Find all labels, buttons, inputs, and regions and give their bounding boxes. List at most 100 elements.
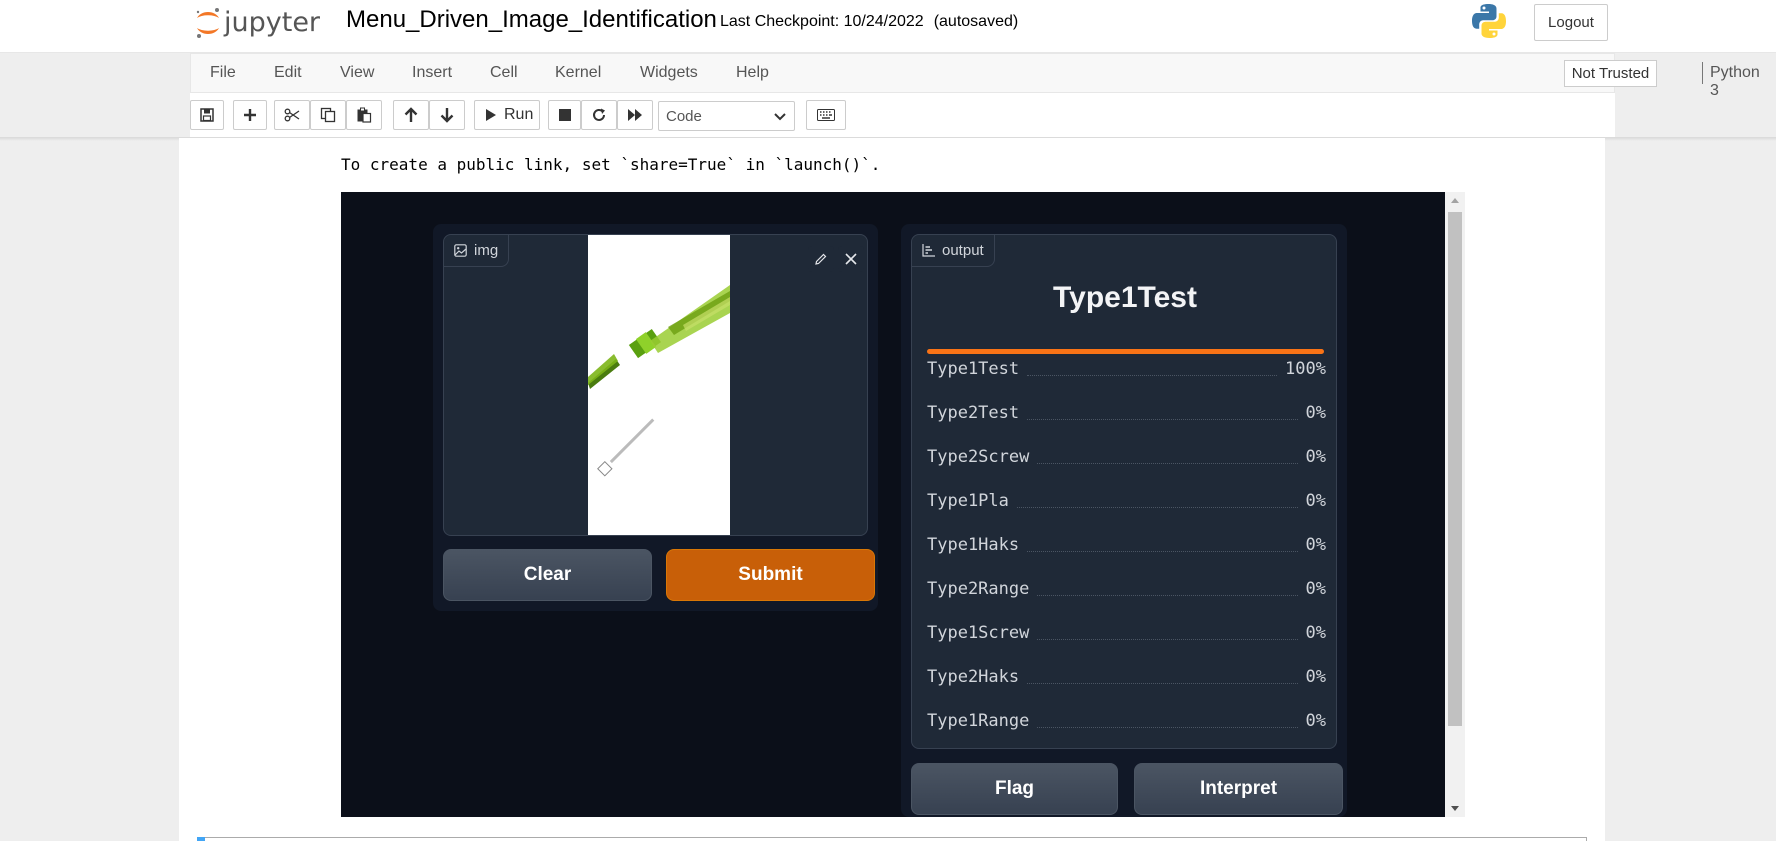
row-dots — [1027, 374, 1278, 376]
menu-edit[interactable]: Edit — [274, 64, 302, 82]
iframe-scrollbar[interactable] — [1445, 192, 1465, 817]
row-dots — [1037, 462, 1298, 464]
cell-type-select[interactable]: Code — [658, 101, 795, 131]
autosave-status: (autosaved) — [933, 13, 1019, 30]
jupyter-logo[interactable]: jupyter — [193, 2, 320, 42]
not-trusted-button[interactable]: Not Trusted — [1564, 60, 1657, 87]
class-confidence: 0% — [1305, 623, 1326, 643]
scissors-icon — [284, 108, 300, 122]
chevron-down-icon — [774, 113, 786, 121]
label-output: output Type1Test Type1Test 100% Type2Test… — [911, 234, 1337, 749]
bar-chart-icon — [922, 244, 935, 257]
plus-icon — [244, 109, 256, 121]
confidence-row: Type2Screw 0% — [927, 445, 1326, 469]
menu-help[interactable]: Help — [736, 64, 769, 82]
menu-widgets[interactable]: Widgets — [640, 64, 698, 82]
interpret-button[interactable]: Interpret — [1134, 763, 1343, 815]
scrollbar-thumb[interactable] — [1448, 212, 1462, 726]
kernel-name[interactable]: Python 3 — [1710, 64, 1760, 100]
menu-kernel[interactable]: Kernel — [555, 64, 601, 82]
flag-button[interactable]: Flag — [911, 763, 1118, 815]
fast-forward-icon — [628, 109, 642, 121]
run-label: Run — [504, 106, 534, 123]
class-name: Type1Haks — [927, 535, 1020, 555]
class-confidence: 0% — [1305, 579, 1326, 599]
python-logo-icon — [1472, 4, 1506, 38]
menu-file[interactable]: File — [210, 64, 236, 82]
output-label: output — [942, 242, 984, 259]
menu-cell[interactable]: Cell — [490, 64, 518, 82]
arrow-down-icon — [440, 108, 454, 123]
interrupt-button[interactable] — [548, 100, 581, 130]
restart-run-all-button[interactable] — [617, 100, 653, 130]
class-name: Type2Haks — [927, 667, 1020, 687]
class-name: Type2Screw — [927, 447, 1030, 467]
row-dots — [1037, 594, 1298, 596]
notebook-header: jupyter Menu_Driven_Image_Identification… — [0, 0, 1776, 53]
copy-button[interactable] — [310, 100, 346, 130]
logout-button[interactable]: Logout — [1534, 4, 1608, 41]
scroll-up-arrow-icon[interactable] — [1451, 198, 1459, 203]
move-down-button[interactable] — [429, 100, 465, 130]
image-label-tab: img — [444, 235, 510, 267]
class-name: Type2Range — [927, 579, 1030, 599]
row-dots — [1037, 726, 1298, 728]
class-confidence: 0% — [1305, 535, 1326, 555]
class-confidence: 100% — [1285, 359, 1326, 379]
image-label: img — [474, 242, 499, 259]
cell-type-value: Code — [666, 107, 702, 125]
keyboard-icon — [817, 109, 835, 121]
class-confidence: 0% — [1305, 447, 1326, 467]
screwdriver-image — [588, 235, 730, 535]
run-button[interactable]: Run — [474, 100, 540, 130]
class-name: Type2Test — [927, 403, 1020, 423]
restart-button[interactable] — [581, 100, 617, 130]
class-name: Type1Screw — [927, 623, 1030, 643]
scroll-down-arrow-icon[interactable] — [1451, 806, 1459, 811]
class-confidence: 0% — [1305, 711, 1326, 731]
image-input[interactable]: img — [443, 234, 868, 536]
class-name: Type1Pla — [927, 491, 1009, 511]
class-confidence: 0% — [1305, 667, 1326, 687]
image-icon — [454, 244, 467, 257]
clear-image-button[interactable] — [838, 246, 864, 272]
submit-button[interactable]: Submit — [666, 549, 875, 601]
clear-button[interactable]: Clear — [443, 549, 652, 601]
confidence-row: Type2Haks 0% — [927, 665, 1326, 689]
class-name: Type1Range — [927, 711, 1030, 731]
notebook-name[interactable]: Menu_Driven_Image_Identification — [346, 6, 717, 34]
command-palette-button[interactable] — [806, 100, 846, 130]
save-icon — [200, 108, 214, 122]
row-dots — [1037, 638, 1298, 640]
edit-image-button[interactable] — [808, 246, 834, 272]
confidence-bar-fill — [927, 349, 1324, 354]
row-dots — [1027, 682, 1298, 684]
input-panel: img Clear Submit — [433, 224, 878, 611]
confidence-row: Type1Haks 0% — [927, 533, 1326, 557]
confidence-row: Type2Test 0% — [927, 401, 1326, 425]
play-icon — [486, 109, 496, 121]
next-cell[interactable] — [197, 837, 1587, 841]
arrow-up-icon — [404, 107, 418, 122]
gradio-interface: img Clear Submit output Type1Test Type1T… — [341, 192, 1445, 817]
menu-view[interactable]: View — [340, 64, 374, 82]
confidence-row: Type1Range 0% — [927, 709, 1326, 733]
menu-insert[interactable]: Insert — [412, 64, 452, 82]
kernel-separator — [1702, 62, 1703, 84]
predicted-label: Type1Test — [1053, 281, 1197, 314]
pencil-icon — [815, 253, 827, 265]
toolbar: Run Code — [190, 93, 1615, 137]
jupyter-logo-text: jupyter — [224, 6, 321, 38]
cell-output-text: To create a public link, set `share=True… — [341, 155, 881, 174]
next-cell-accent — [197, 837, 205, 841]
move-up-button[interactable] — [393, 100, 429, 130]
confidence-bar — [927, 349, 1324, 354]
paste-button[interactable] — [346, 100, 382, 130]
insert-cell-button[interactable] — [233, 100, 267, 130]
menubar: File Edit View Insert Cell Kernel Widget… — [190, 53, 1760, 99]
jupyter-logo-icon — [196, 8, 219, 38]
cut-button[interactable] — [274, 100, 310, 130]
copy-icon — [320, 107, 336, 123]
uploaded-image — [588, 235, 730, 535]
save-button[interactable] — [190, 100, 224, 130]
